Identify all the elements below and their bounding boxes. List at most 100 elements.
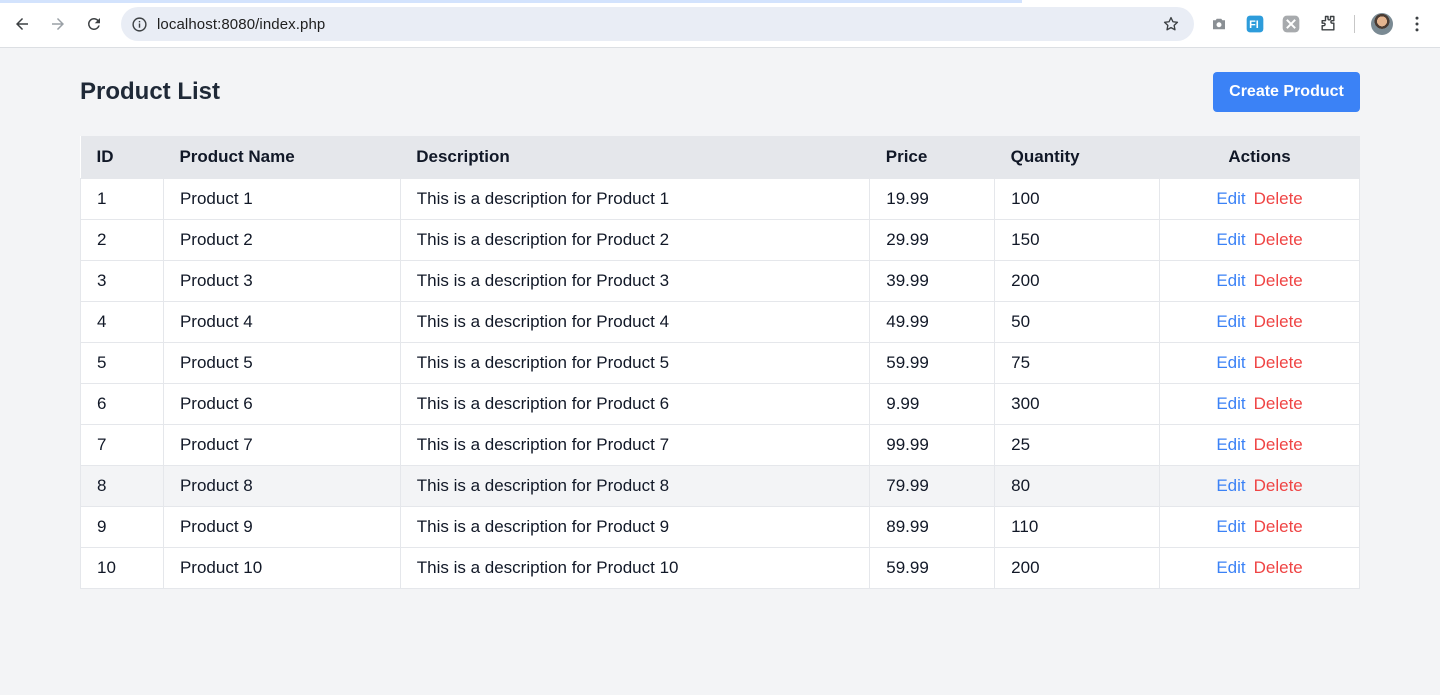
cell-price: 29.99 — [869, 218, 996, 260]
cell-actions: Edit Delete — [1159, 423, 1360, 465]
star-icon[interactable] — [1161, 14, 1181, 34]
delete-link[interactable]: Delete — [1254, 394, 1303, 413]
edit-link[interactable]: Edit — [1216, 476, 1245, 495]
edit-link[interactable]: Edit — [1216, 189, 1245, 208]
page-load-progress — [0, 0, 1022, 3]
edit-link[interactable]: Edit — [1216, 271, 1245, 290]
cell-id: 2 — [80, 218, 164, 260]
edit-link[interactable]: Edit — [1216, 312, 1245, 331]
cell-actions: Edit Delete — [1159, 505, 1360, 547]
extensions-icon[interactable] — [1317, 13, 1339, 35]
edit-link[interactable]: Edit — [1216, 517, 1245, 536]
cell-description: This is a description for Product 6 — [400, 382, 871, 424]
arrow-left-icon[interactable] — [9, 11, 35, 37]
edit-link[interactable]: Edit — [1216, 230, 1245, 249]
edit-link[interactable]: Edit — [1216, 394, 1245, 413]
cell-price: 89.99 — [869, 505, 996, 547]
delete-link[interactable]: Delete — [1254, 435, 1303, 454]
cell-actions: Edit Delete — [1159, 546, 1360, 589]
table-row: 9 Product 9 This is a description for Prod… — [80, 505, 1360, 547]
cell-id: 3 — [80, 259, 164, 301]
cell-quantity: 110 — [994, 505, 1161, 547]
cell-actions: Edit Delete — [1159, 218, 1360, 260]
page-title: Product List — [80, 78, 221, 105]
product-table: ID Product Name Description Price Quanti… — [80, 136, 1360, 589]
cell-quantity: 100 — [994, 177, 1161, 219]
edit-link[interactable]: Edit — [1216, 353, 1245, 372]
cell-quantity: 25 — [994, 423, 1161, 465]
cell-actions: Edit Delete — [1159, 464, 1360, 506]
cell-quantity: 75 — [994, 341, 1161, 383]
address-bar[interactable]: localhost:8080/index.php — [121, 7, 1194, 41]
cell-quantity: 150 — [994, 218, 1161, 260]
kebab-menu-icon[interactable] — [1406, 13, 1428, 35]
cell-product-name: Product 5 — [163, 341, 401, 383]
cell-actions: Edit Delete — [1159, 341, 1360, 383]
cell-id: 10 — [80, 546, 164, 589]
cell-product-name: Product 3 — [163, 259, 401, 301]
cell-actions: Edit Delete — [1159, 259, 1360, 301]
table-row: 6 Product 6 This is a description for Prod… — [80, 382, 1360, 424]
delete-link[interactable]: Delete — [1254, 230, 1303, 249]
cell-price: 59.99 — [869, 546, 996, 589]
cell-product-name: Product 6 — [163, 382, 401, 424]
cell-price: 59.99 — [869, 341, 996, 383]
cell-actions: Edit Delete — [1159, 177, 1360, 219]
edit-link[interactable]: Edit — [1216, 558, 1245, 577]
cell-id: 5 — [80, 341, 164, 383]
cell-quantity: 300 — [994, 382, 1161, 424]
table-row: 4 Product 4 This is a description for Prod… — [80, 300, 1360, 342]
cell-description: This is a description for Product 8 — [400, 464, 871, 506]
reload-icon[interactable] — [81, 11, 107, 37]
delete-link[interactable]: Delete — [1254, 353, 1303, 372]
header-product-name: Product Name — [163, 136, 401, 178]
cell-quantity: 80 — [994, 464, 1161, 506]
table-row: 8 Product 8 This is a description for Prod… — [80, 464, 1360, 506]
delete-link[interactable]: Delete — [1254, 312, 1303, 331]
delete-link[interactable]: Delete — [1254, 558, 1303, 577]
delete-link[interactable]: Delete — [1254, 271, 1303, 290]
cell-quantity: 200 — [994, 259, 1161, 301]
toolbar-divider — [1354, 15, 1355, 33]
cell-quantity: 200 — [994, 546, 1161, 589]
create-product-button[interactable]: Create Product — [1213, 72, 1360, 112]
edit-link[interactable]: Edit — [1216, 435, 1245, 454]
header-description: Description — [400, 136, 870, 178]
cell-price: 49.99 — [869, 300, 996, 342]
header-quantity: Quantity — [994, 136, 1160, 178]
cell-product-name: Product 8 — [163, 464, 401, 506]
header-price: Price — [869, 136, 995, 178]
table-row: 3 Product 3 This is a description for Prod… — [80, 259, 1360, 301]
fi-extension-icon[interactable]: FI — [1244, 13, 1266, 35]
url-text[interactable]: localhost:8080/index.php — [157, 16, 325, 33]
cell-product-name: Product 9 — [163, 505, 401, 547]
cell-price: 79.99 — [869, 464, 996, 506]
cell-id: 1 — [80, 177, 164, 219]
cell-id: 8 — [80, 464, 164, 506]
puzzle-ext-icon[interactable] — [1280, 13, 1302, 35]
cell-quantity: 50 — [994, 300, 1161, 342]
cell-id: 6 — [80, 382, 164, 424]
arrow-right-icon[interactable] — [45, 11, 71, 37]
svg-text:FI: FI — [1249, 19, 1259, 31]
cell-product-name: Product 4 — [163, 300, 401, 342]
cell-description: This is a description for Product 9 — [400, 505, 871, 547]
cell-price: 9.99 — [869, 382, 996, 424]
header-actions: Actions — [1159, 136, 1360, 178]
cell-description: This is a description for Product 7 — [400, 423, 871, 465]
info-icon[interactable] — [130, 15, 148, 33]
delete-link[interactable]: Delete — [1254, 189, 1303, 208]
cell-id: 7 — [80, 423, 164, 465]
table-row: 5 Product 5 This is a description for Prod… — [80, 341, 1360, 383]
delete-link[interactable]: Delete — [1254, 476, 1303, 495]
cell-product-name: Product 7 — [163, 423, 401, 465]
cell-actions: Edit Delete — [1159, 382, 1360, 424]
delete-link[interactable]: Delete — [1254, 517, 1303, 536]
table-header-row: ID Product Name Description Price Quanti… — [80, 136, 1360, 178]
cell-price: 99.99 — [869, 423, 996, 465]
camera-icon[interactable] — [1208, 13, 1230, 35]
profile-avatar[interactable] — [1371, 13, 1393, 35]
cell-description: This is a description for Product 5 — [400, 341, 871, 383]
cell-product-name: Product 1 — [163, 177, 401, 219]
cell-price: 19.99 — [869, 177, 996, 219]
